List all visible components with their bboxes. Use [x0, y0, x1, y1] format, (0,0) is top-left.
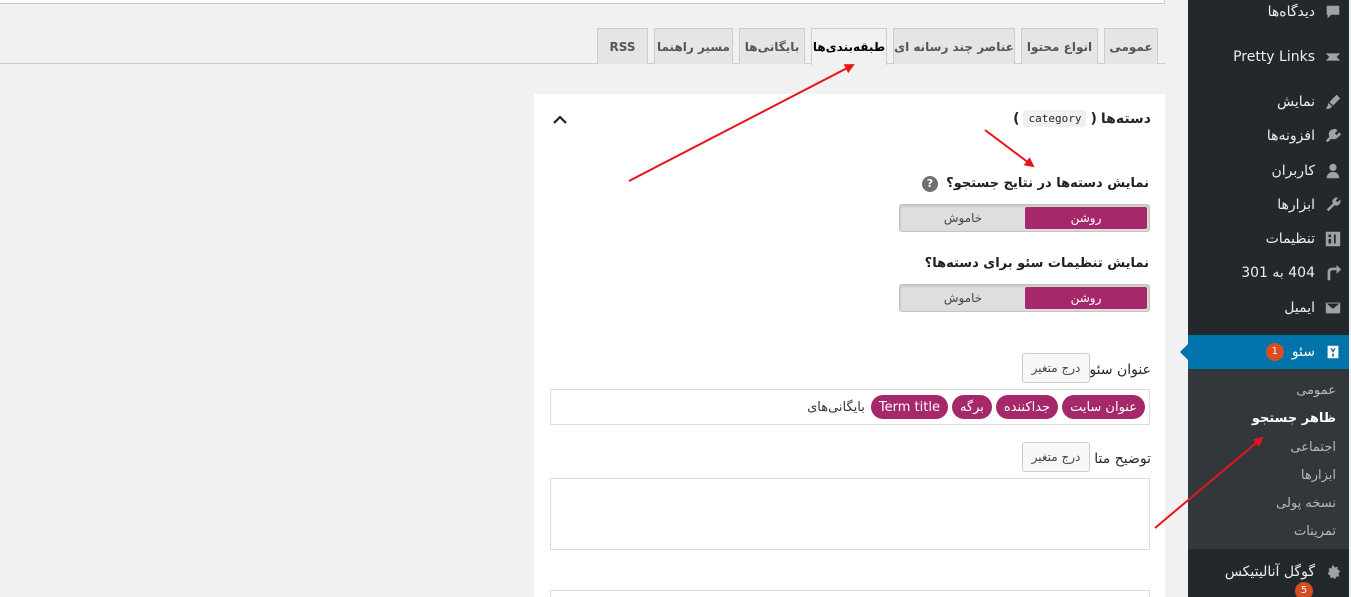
menu-label: دیدگاه‌ها [1267, 4, 1315, 20]
menu-label: کاربران [1271, 163, 1315, 179]
submenu-premium[interactable]: نسخه پولی [1276, 496, 1336, 511]
tools-wrench-icon [1315, 188, 1351, 222]
menu-tools[interactable]: ابزارها [1188, 188, 1351, 222]
show-seo-settings-label: نمایش تنظیمات سئو برای دسته‌ها؟ [924, 256, 1149, 271]
variable-pill-page: برگه [951, 395, 992, 419]
toggle-off-option[interactable]: خاموش [902, 207, 1024, 229]
menu-email[interactable]: ایمیل [1188, 291, 1351, 325]
panel-title: دسته‌ها ( category ) [1013, 110, 1151, 127]
menu-plugins[interactable]: افزونه‌ها [1188, 119, 1351, 153]
submenu-general[interactable]: عمومی [1296, 383, 1336, 398]
analytics-icon [1315, 555, 1351, 589]
settings-icon [1315, 222, 1351, 256]
menu-label: ایمیل [1284, 300, 1315, 316]
variable-pill-site-title: عنوان سایت [1062, 395, 1145, 419]
submenu-social[interactable]: اجتماعی [1290, 440, 1336, 455]
menu-comments[interactable]: دیدگاه‌ها [1188, 0, 1351, 29]
chevron-up-icon [553, 115, 567, 124]
menu-appearance[interactable]: نمایش [1188, 85, 1351, 119]
users-icon [1315, 154, 1351, 188]
menu-label: افزونه‌ها [1266, 128, 1315, 144]
tab-media[interactable]: عناصر چند رسانه ای [893, 28, 1015, 64]
menu-label: تنظیمات [1265, 231, 1315, 247]
yoast-icon [1315, 335, 1351, 369]
toggle-on-option[interactable]: روشن [1025, 287, 1147, 309]
seo-title-label: عنوان سئو [1089, 362, 1151, 378]
menu-label: Pretty Links [1233, 49, 1315, 65]
next-field-editor[interactable] [550, 590, 1150, 597]
nav-tab-wrapper: عمومی انواع محتوا عناصر چند رسانه ای طبق… [0, 0, 1165, 65]
email-icon [1315, 291, 1351, 325]
menu-seo[interactable]: سئو 1 [1180, 335, 1351, 369]
tab-archives[interactable]: بایگانی‌ها [739, 28, 805, 64]
menu-label: گوگل آنالیتیکس [1224, 564, 1315, 580]
menu-google-analytics[interactable]: گوگل آنالیتیکس [1188, 555, 1351, 589]
menu-label: 404 به 301 [1241, 265, 1315, 281]
menu-users[interactable]: کاربران [1188, 154, 1351, 188]
paren-open: ( [1090, 110, 1097, 127]
variable-pill-term-title: Term title [870, 395, 948, 419]
tab-content-types[interactable]: انواع محتوا [1021, 28, 1098, 64]
insert-variable-button[interactable]: درج متغیر [1022, 442, 1090, 472]
notification-badge: 1 [1265, 343, 1284, 361]
seo-title-editor[interactable]: عنوان سایت جداکننده برگه Term title بایگ… [550, 389, 1150, 425]
menu-label: نمایش [1276, 94, 1315, 110]
plugins-icon [1315, 119, 1351, 153]
collapse-toggle-button[interactable] [550, 110, 570, 130]
seo-title-text: بایگانی‌های [807, 399, 865, 415]
categories-metabox: دسته‌ها ( category ) نمایش دسته‌ها در نت… [534, 94, 1165, 597]
panel-title-text: دسته‌ها [1100, 110, 1151, 127]
tab-breadcrumbs[interactable]: مسیر راهنما [654, 28, 733, 64]
menu-label: ابزارها [1277, 197, 1315, 213]
meta-description-label: توضیح متا [1094, 451, 1151, 467]
comment-icon [1315, 0, 1351, 29]
toggle-off-option[interactable]: خاموش [902, 287, 1024, 309]
show-in-search-toggle[interactable]: روشن خاموش [899, 204, 1150, 232]
variable-pill-separator: جداکننده [995, 395, 1059, 419]
submenu-tools[interactable]: ابزارها [1301, 468, 1336, 483]
admin-sidebar: دیدگاه‌ها Pretty Links نمایش افزونه‌ها ک… [1180, 0, 1351, 597]
pretty-links-icon [1315, 40, 1351, 74]
submenu-workouts[interactable]: تمرینات [1294, 524, 1336, 539]
seo-submenu: عمومی ظاهر جستجو اجتماعی ابزارها نسخه پو… [1188, 369, 1351, 549]
appearance-brush-icon [1315, 85, 1351, 119]
menu-pretty-links[interactable]: Pretty Links [1188, 40, 1351, 74]
show-in-search-label: نمایش دسته‌ها در نتایج جستجو؟ [946, 176, 1149, 191]
show-seo-settings-toggle[interactable]: روشن خاموش [899, 284, 1150, 312]
meta-description-editor[interactable] [550, 478, 1150, 550]
menu-label: سئو [1291, 344, 1315, 360]
submenu-search-appearance[interactable]: ظاهر جستجو [1252, 411, 1336, 426]
tab-general[interactable]: عمومی [1104, 28, 1158, 64]
insert-variable-button[interactable]: درج متغیر [1022, 353, 1090, 383]
taxonomy-slug: category [1023, 110, 1087, 127]
toggle-on-option[interactable]: روشن [1025, 207, 1147, 229]
active-menu-arrow [1180, 344, 1188, 360]
paren-close: ) [1013, 110, 1020, 127]
menu-redirect[interactable]: 404 به 301 [1188, 256, 1351, 290]
tab-taxonomies[interactable]: طبقه‌بندی‌ها [811, 28, 887, 65]
menu-settings[interactable]: تنظیمات [1188, 222, 1351, 256]
help-icon[interactable]: ? [922, 176, 938, 192]
notification-badge: 5 [1295, 582, 1313, 597]
redirect-icon [1315, 256, 1351, 290]
tab-rss[interactable]: RSS [597, 28, 648, 64]
